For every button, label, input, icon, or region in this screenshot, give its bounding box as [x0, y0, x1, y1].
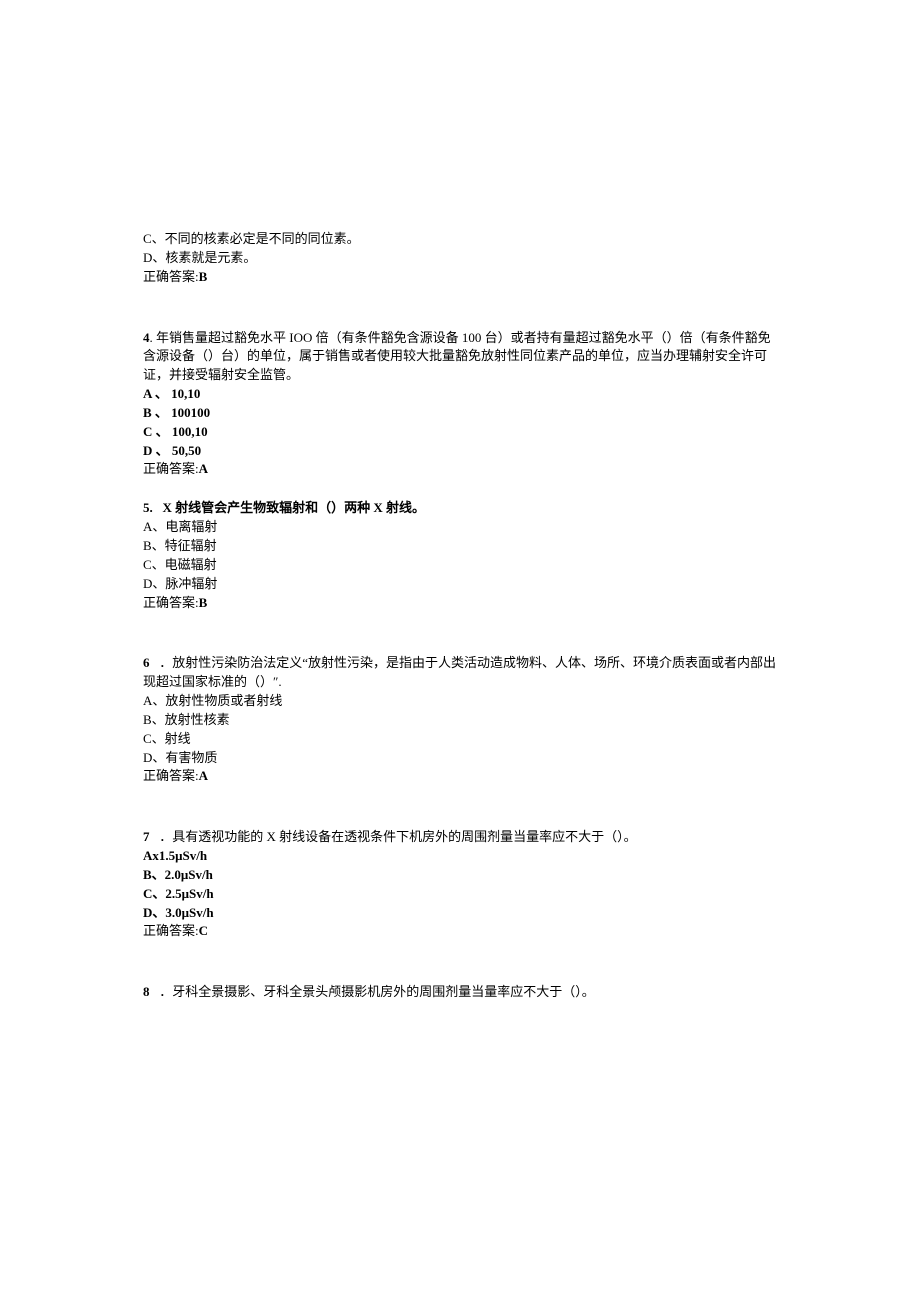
- question-7: 7 ．具有透视功能的 X 射线设备在透视条件下机房外的周围剂量当量率应不大于（）…: [143, 828, 777, 941]
- answer-label: 正确答案:: [143, 595, 199, 610]
- q5-option-d: D、脉冲辐射: [143, 575, 777, 594]
- question-6: 6 ．放射性污染防治法定义“放射性污染，是指由于人类活动造成物料、人体、场所、环…: [143, 654, 777, 786]
- q5-option-b: B、特征辐射: [143, 537, 777, 556]
- q8-stem-text: ．牙科全景摄影、牙科全景头颅摄影机房外的周围剂量当量率应不大于（）。: [159, 984, 595, 999]
- q5-stem: 5. X 射线管会产生物致辐射和（）两种 X 射线。: [143, 499, 777, 518]
- q3-answer: 正确答案:B: [143, 268, 777, 287]
- answer-label: 正确答案:: [143, 269, 199, 284]
- q5-stem-text: X 射线管会产生物致辐射和（）两种 X 射线。: [163, 500, 426, 515]
- q8-stem: 8 ．牙科全景摄影、牙科全景头颅摄影机房外的周围剂量当量率应不大于（）。: [143, 983, 777, 1002]
- q7-stem: 7 ．具有透视功能的 X 射线设备在透视条件下机房外的周围剂量当量率应不大于（）…: [143, 828, 777, 847]
- q4-answer: 正确答案:A: [143, 460, 777, 479]
- q7-number: 7: [143, 829, 150, 844]
- q6-stem: 6 ．放射性污染防治法定义“放射性污染，是指由于人类活动造成物料、人体、场所、环…: [143, 654, 777, 692]
- answer-label: 正确答案:: [143, 461, 199, 476]
- q6-stem-text: ．放射性污染防治法定义“放射性污染，是指由于人类活动造成物料、人体、场所、环境介…: [143, 655, 776, 689]
- q6-option-d: D、有害物质: [143, 749, 777, 768]
- answer-value: A: [199, 768, 208, 783]
- q6-option-c: C、射线: [143, 730, 777, 749]
- q4-option-c: C 、 100,10: [143, 423, 777, 442]
- q7-stem-text: ．具有透视功能的 X 射线设备在透视条件下机房外的周围剂量当量率应不大于（）。: [159, 829, 636, 844]
- q6-answer: 正确答案:A: [143, 767, 777, 786]
- document-page: C、不同的核素必定是不同的同位素。 D、核素就是元素。 正确答案:B 4. 年销…: [0, 0, 920, 1002]
- q4-stem: 4. 年销售量超过豁免水平 IOO 倍（有条件豁免含源设备 100 台）或者持有…: [143, 329, 777, 386]
- q5-answer: 正确答案:B: [143, 594, 777, 613]
- q5-option-a: A、电离辐射: [143, 518, 777, 537]
- q4-option-d: D 、 50,50: [143, 442, 777, 461]
- q5-option-c: C、电磁辐射: [143, 556, 777, 575]
- q4-stem-text: . 年销售量超过豁免水平 IOO 倍（有条件豁免含源设备 100 台）或者持有量…: [143, 330, 771, 383]
- question-3-partial: C、不同的核素必定是不同的同位素。 D、核素就是元素。 正确答案:B: [143, 230, 777, 287]
- q7-option-b: B、2.0μSv/h: [143, 866, 777, 885]
- q6-number: 6: [143, 655, 150, 670]
- answer-value: B: [199, 595, 208, 610]
- q4-option-b: B 、 100100: [143, 404, 777, 423]
- answer-label: 正确答案:: [143, 768, 199, 783]
- q7-option-d: D、3.0μSv/h: [143, 904, 777, 923]
- q8-number: 8: [143, 984, 150, 999]
- q7-answer: 正确答案:C: [143, 922, 777, 941]
- answer-value: C: [199, 923, 208, 938]
- q5-number: 5.: [143, 500, 153, 515]
- answer-label: 正确答案:: [143, 923, 199, 938]
- question-4: 4. 年销售量超过豁免水平 IOO 倍（有条件豁免含源设备 100 台）或者持有…: [143, 329, 777, 480]
- q6-option-a: A、放射性物质或者射线: [143, 692, 777, 711]
- q7-option-a: Ax1.5μSv/h: [143, 847, 777, 866]
- answer-value: B: [199, 269, 208, 284]
- q3-option-c: C、不同的核素必定是不同的同位素。: [143, 230, 777, 249]
- q3-option-d: D、核素就是元素。: [143, 249, 777, 268]
- q4-option-a: A 、 10,10: [143, 385, 777, 404]
- question-5: 5. X 射线管会产生物致辐射和（）两种 X 射线。 A、电离辐射 B、特征辐射…: [143, 499, 777, 612]
- answer-value: A: [199, 461, 208, 476]
- question-8: 8 ．牙科全景摄影、牙科全景头颅摄影机房外的周围剂量当量率应不大于（）。: [143, 983, 777, 1002]
- q7-option-c: C、2.5μSv/h: [143, 885, 777, 904]
- q6-option-b: B、放射性核素: [143, 711, 777, 730]
